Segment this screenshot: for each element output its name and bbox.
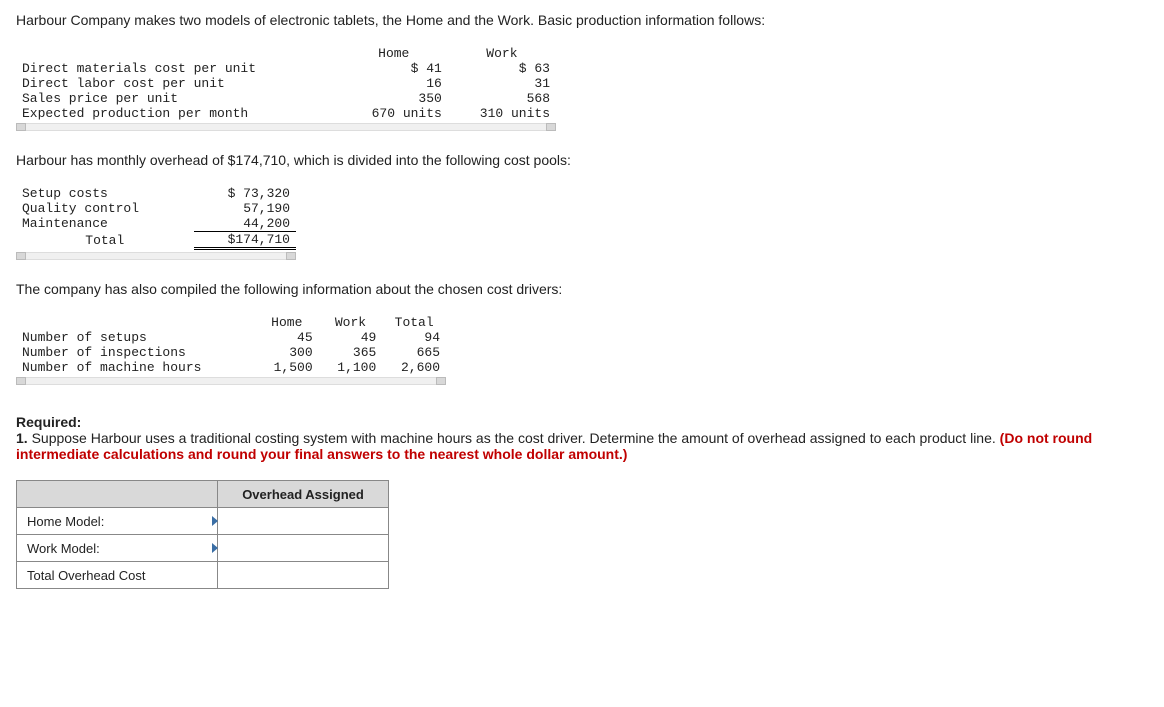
cell: 31 <box>448 76 556 91</box>
cell: $ 41 <box>340 61 448 76</box>
work-model-input[interactable] <box>218 535 389 562</box>
cell: 310 units <box>448 106 556 121</box>
total-value: $174,710 <box>194 232 296 249</box>
row-label: Maintenance <box>16 216 194 232</box>
intro-paragraph: Harbour Company makes two models of elec… <box>16 12 1148 28</box>
total-overhead-input[interactable] <box>218 562 389 589</box>
cell: 16 <box>340 76 448 91</box>
cell: 365 <box>319 345 383 360</box>
horizontal-scrollbar[interactable] <box>16 252 296 260</box>
production-table-wrap: Home Work Direct materials cost per unit… <box>16 46 556 131</box>
cell: 45 <box>255 330 319 345</box>
row-label: Expected production per month <box>16 106 340 121</box>
question-text: Suppose Harbour uses a traditional costi… <box>32 430 1000 446</box>
cell: $ 63 <box>448 61 556 76</box>
cell: 300 <box>255 345 319 360</box>
cell: 57,190 <box>194 201 296 216</box>
cell: 94 <box>382 330 446 345</box>
cell: 44,200 <box>194 216 296 232</box>
row-label: Setup costs <box>16 186 194 201</box>
row-label: Sales price per unit <box>16 91 340 106</box>
production-table: Home Work Direct materials cost per unit… <box>16 46 556 121</box>
col-header-home: Home <box>340 46 448 61</box>
horizontal-scrollbar[interactable] <box>16 123 556 131</box>
row-label: Direct materials cost per unit <box>16 61 340 76</box>
cell: $ 73,320 <box>194 186 296 201</box>
col-header-total: Total <box>382 315 446 330</box>
drivers-table-wrap: Home Work Total Number of setups454994 N… <box>16 315 446 385</box>
horizontal-scrollbar[interactable] <box>16 377 446 385</box>
overhead-assigned-header: Overhead Assigned <box>218 481 389 508</box>
cell: 670 units <box>340 106 448 121</box>
cell: 1,100 <box>319 360 383 375</box>
overhead-paragraph: Harbour has monthly overhead of $174,710… <box>16 152 1148 168</box>
home-model-label: Home Model: <box>17 508 218 535</box>
cell: 350 <box>340 91 448 106</box>
question-number: 1. <box>16 430 32 446</box>
total-overhead-label: Total Overhead Cost <box>17 562 218 589</box>
col-header-work: Work <box>319 315 383 330</box>
col-header-work: Work <box>448 46 556 61</box>
row-label: Number of inspections <box>16 345 255 360</box>
cell: 49 <box>319 330 383 345</box>
total-label: Total <box>16 232 194 249</box>
required-heading: Required: <box>16 414 81 430</box>
cell: 1,500 <box>255 360 319 375</box>
row-label: Number of machine hours <box>16 360 255 375</box>
work-model-label: Work Model: <box>17 535 218 562</box>
row-label: Direct labor cost per unit <box>16 76 340 91</box>
home-model-input[interactable] <box>218 508 389 535</box>
row-label: Quality control <box>16 201 194 216</box>
cell: 568 <box>448 91 556 106</box>
col-header-home: Home <box>255 315 319 330</box>
answer-table: Overhead Assigned Home Model: Work Model… <box>16 480 389 589</box>
required-section: Required: 1. Suppose Harbour uses a trad… <box>16 414 1148 462</box>
drivers-table: Home Work Total Number of setups454994 N… <box>16 315 446 375</box>
drivers-paragraph: The company has also compiled the follow… <box>16 281 1148 297</box>
cell: 665 <box>382 345 446 360</box>
overhead-table: Setup costs$ 73,320 Quality control57,19… <box>16 186 296 250</box>
answer-corner-cell <box>17 481 218 508</box>
overhead-table-wrap: Setup costs$ 73,320 Quality control57,19… <box>16 186 296 260</box>
cell: 2,600 <box>382 360 446 375</box>
row-label: Number of setups <box>16 330 255 345</box>
